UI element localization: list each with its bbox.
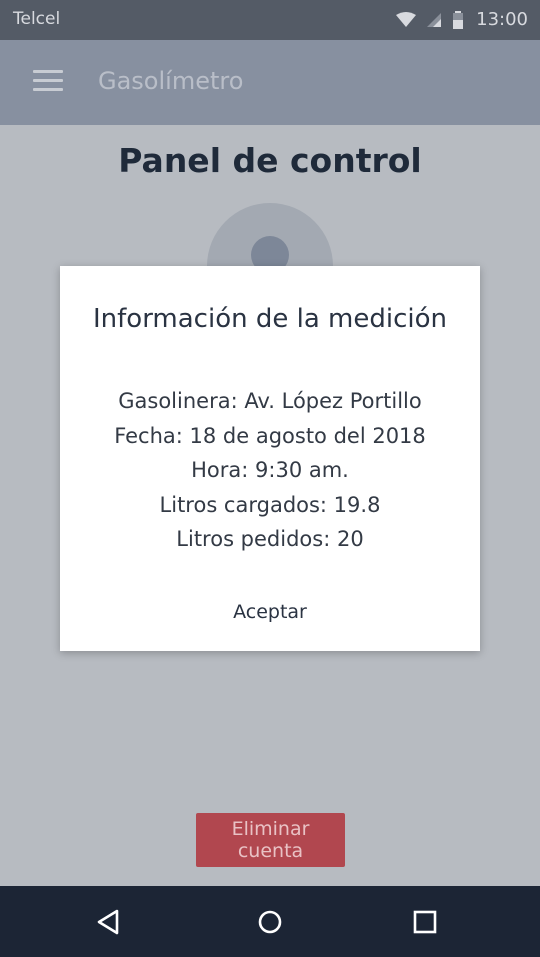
status-icons [396,10,464,30]
liters-ordered-line: Litros pedidos: 20 [176,527,364,551]
accept-button[interactable]: Aceptar [220,594,320,630]
date-line: Fecha: 18 de agosto del 2018 [114,423,426,448]
time-line: Hora: 9:30 am. [191,458,349,482]
dialog-title: Información de la medición [92,304,447,334]
signal-icon [427,13,441,27]
status-bar: Telcel 13:00 [0,0,540,40]
carrier-name: Telcel [13,9,61,29]
dialog-body: Gasolinera: Av. López Portillo Fecha: 18… [60,384,480,557]
app-bar: Gasolímetro [0,40,540,125]
liters-loaded-line: Litros cargados: 19.8 [159,492,381,517]
measurement-info-dialog: Información de la medición Gasolinera: A… [60,266,480,651]
system-nav-bar [0,886,540,957]
gas-station-line: Gasolinera: Av. López Portillo [118,389,422,413]
recents-icon[interactable] [407,904,443,940]
home-icon[interactable] [252,904,288,940]
battery-icon [453,11,463,29]
hamburger-menu-icon[interactable] [33,70,63,94]
app-title: Gasolímetro [98,67,244,95]
wifi-icon [396,12,416,27]
back-icon[interactable] [90,904,126,940]
page-title: Panel de control [118,141,422,180]
clock: 13:00 [476,9,528,30]
delete-account-button[interactable]: Eliminar cuenta [196,813,345,867]
